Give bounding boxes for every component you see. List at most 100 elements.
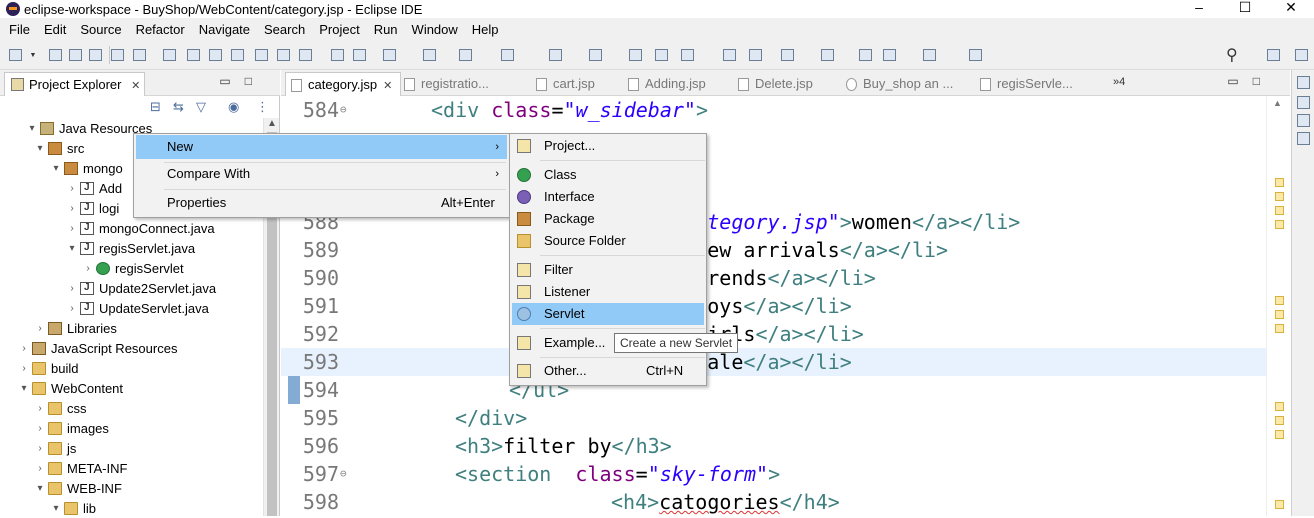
collapsed-twisty-icon[interactable]: ›	[66, 303, 78, 314]
new-icon[interactable]	[6, 46, 24, 64]
open-type-icon[interactable]	[626, 46, 644, 64]
annotation-icon[interactable]	[746, 46, 764, 64]
menu-item-properties[interactable]: Properties Alt+Enter	[136, 191, 507, 215]
fold-toggle-icon[interactable]: ⊖	[340, 460, 347, 488]
search-tool-icon[interactable]	[678, 46, 696, 64]
outline-icon[interactable]	[1297, 96, 1310, 109]
new-java-class-icon[interactable]	[586, 46, 604, 64]
tree-item[interactable]: ▾ src	[34, 138, 84, 158]
open-perspective-icon[interactable]	[1264, 46, 1282, 64]
save-icon[interactable]	[46, 46, 64, 64]
restore-icon[interactable]	[1297, 76, 1310, 89]
scroll-up-icon[interactable]: ▲	[267, 118, 277, 129]
submenu-item-project[interactable]: Project...	[512, 135, 704, 157]
occurrence-marker[interactable]	[1275, 310, 1284, 319]
menu-navigate[interactable]: Navigate	[192, 22, 257, 37]
maximize-button[interactable]: ☐	[1222, 0, 1268, 18]
collapsed-twisty-icon[interactable]: ›	[82, 263, 94, 274]
menu-window[interactable]: Window	[405, 22, 465, 37]
collapsed-twisty-icon[interactable]: ›	[66, 183, 78, 194]
view-minimize-maximize-icon[interactable]: ▭□	[219, 74, 266, 88]
scroll-up-icon[interactable]: ▲	[1273, 98, 1282, 108]
menu-file[interactable]: File	[2, 22, 37, 37]
toggle-block-icon[interactable]	[328, 46, 346, 64]
word-wrap-icon[interactable]	[350, 46, 368, 64]
submenu-item-interface[interactable]: Interface	[512, 186, 704, 208]
tab-delete-jsp[interactable]: Delete.jsp	[733, 72, 813, 96]
pin-editor-icon[interactable]	[966, 46, 984, 64]
expanded-twisty-icon[interactable]: ▾	[50, 503, 62, 514]
occurrence-marker[interactable]	[1275, 500, 1284, 509]
tree-item[interactable]: ▾ regisServlet.java	[66, 238, 195, 258]
menu-source[interactable]: Source	[73, 22, 128, 37]
step-into-icon[interactable]	[252, 46, 270, 64]
step-over-icon[interactable]	[274, 46, 292, 64]
occurrence-marker[interactable]	[1275, 430, 1284, 439]
expanded-twisty-icon[interactable]: ▾	[50, 163, 62, 174]
new-server-icon[interactable]	[546, 46, 564, 64]
menu-run[interactable]: Run	[367, 22, 405, 37]
collapsed-twisty-icon[interactable]: ›	[66, 223, 78, 234]
java-ee-perspective-icon[interactable]	[1292, 46, 1310, 64]
tab-adding-jsp[interactable]: Adding.jsp	[623, 72, 706, 96]
task-list-icon[interactable]	[1297, 114, 1310, 127]
tree-item[interactable]: › mongoConnect.java	[66, 218, 214, 238]
code-line[interactable]: 597 ⊖ <section class="sky-form">	[281, 460, 1290, 488]
view-menu-icon[interactable]: ⋮	[256, 99, 269, 115]
expanded-twisty-icon[interactable]: ▾	[34, 483, 46, 494]
tree-item[interactable]: ▾ WEB-INF	[34, 478, 121, 498]
menu-edit[interactable]: Edit	[37, 22, 73, 37]
run-icon[interactable]	[420, 46, 438, 64]
collapsed-twisty-icon[interactable]: ›	[18, 363, 30, 374]
code-line[interactable]: 590="#">trends</a></li>	[281, 264, 1290, 292]
tree-item[interactable]: › Add	[66, 178, 122, 198]
tree-item[interactable]: › logi	[66, 198, 119, 218]
menu-search[interactable]: Search	[257, 22, 312, 37]
tree-item[interactable]: ▾ mongo	[50, 158, 122, 178]
last-edit-icon[interactable]	[856, 46, 874, 64]
tree-item[interactable]: › js	[34, 438, 76, 458]
tree-item[interactable]: › Update2Servlet.java	[66, 278, 216, 298]
code-line[interactable]: 596 <h3>filter by</h3>	[281, 432, 1290, 460]
expanded-twisty-icon[interactable]: ▾	[34, 143, 46, 154]
forward-icon[interactable]	[920, 46, 938, 64]
menu-project[interactable]: Project	[312, 22, 366, 37]
next-annotation-icon[interactable]	[778, 46, 796, 64]
submenu-item-source-folder[interactable]: Source Folder	[512, 230, 704, 252]
code-line[interactable]: 593="#">sale</a></li>	[281, 348, 1290, 376]
tree-item[interactable]: › UpdateServlet.java	[66, 298, 209, 318]
submenu-item-class[interactable]: Class	[512, 164, 704, 186]
terminate-icon[interactable]	[206, 46, 224, 64]
close-button[interactable]: ✕	[1268, 0, 1314, 18]
tree-item[interactable]: › build	[18, 358, 78, 378]
menu-item-compare-with[interactable]: Compare With ›	[136, 162, 507, 186]
fold-toggle-icon[interactable]: ⊖	[340, 96, 347, 124]
more-tabs-button[interactable]: »4	[1113, 76, 1125, 88]
close-icon[interactable]: ✕	[383, 80, 392, 92]
code-line[interactable]: 589="#">new arrivals</a></li>	[281, 236, 1290, 264]
run-server-icon[interactable]	[456, 46, 474, 64]
tab-buy-shop[interactable]: Buy_shop an ...	[841, 72, 953, 96]
code-line[interactable]: 584 ⊖ <div class="w_sidebar">	[281, 96, 1290, 124]
collapsed-twisty-icon[interactable]: ›	[34, 323, 46, 334]
tab-registration[interactable]: registratio...	[399, 72, 489, 96]
focus-on-active-task-icon[interactable]: ◉	[228, 99, 239, 115]
web-browser-icon[interactable]	[720, 46, 738, 64]
resume-icon[interactable]	[160, 46, 178, 64]
collapsed-twisty-icon[interactable]: ›	[34, 463, 46, 474]
console-icon[interactable]	[1297, 132, 1310, 145]
menu-help[interactable]: Help	[465, 22, 506, 37]
search-icon[interactable]: ⚲	[1226, 45, 1238, 65]
expanded-twisty-icon[interactable]: ▾	[26, 123, 38, 134]
new-dropdown-icon[interactable]: ▼	[24, 46, 42, 64]
tree-item[interactable]: › css	[34, 398, 86, 418]
close-icon[interactable]: ✕	[131, 80, 140, 92]
submenu-item-filter[interactable]: Filter	[512, 259, 704, 281]
occurrence-marker[interactable]	[1275, 296, 1284, 305]
occurrence-marker[interactable]	[1275, 416, 1284, 425]
occurrence-marker[interactable]	[1275, 178, 1284, 187]
tree-item[interactable]: › JavaScript Resources	[18, 338, 177, 358]
collapsed-twisty-icon[interactable]: ›	[18, 343, 30, 354]
occurrence-marker[interactable]	[1275, 220, 1284, 229]
external-tools-icon[interactable]	[498, 46, 516, 64]
